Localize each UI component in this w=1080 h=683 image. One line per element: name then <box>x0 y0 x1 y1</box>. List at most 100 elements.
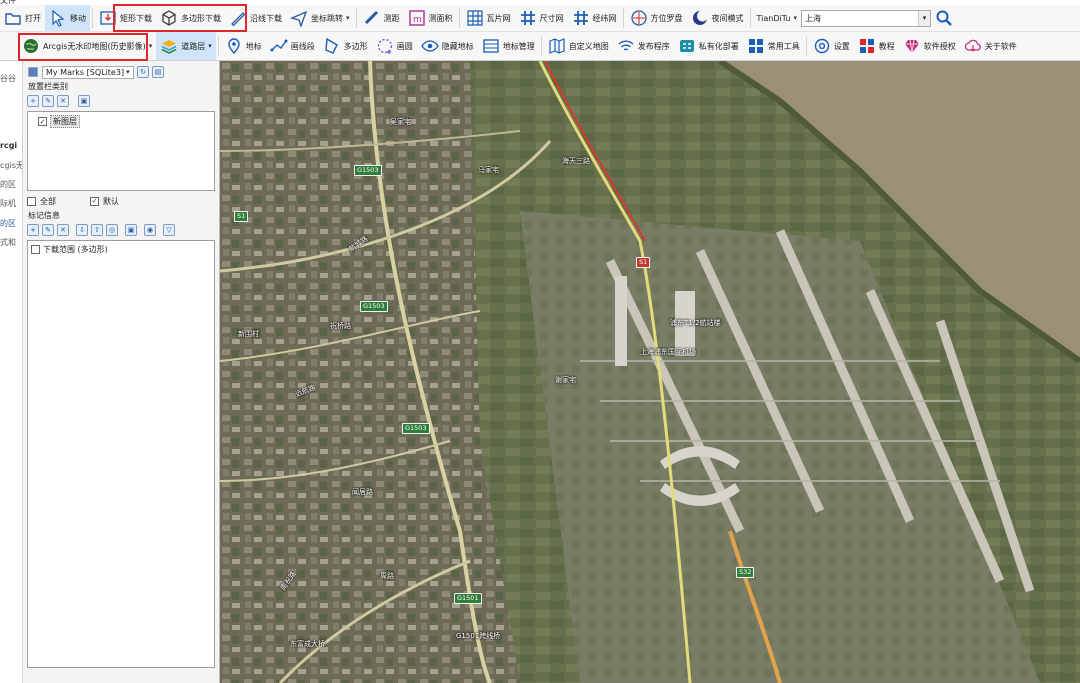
map-provider-dropdown[interactable]: TianDiTu ▾ <box>753 5 801 31</box>
tools-button[interactable]: 常用工具 <box>743 32 804 60</box>
hide-marks-label: 隐藏地标 <box>441 41 474 51</box>
polygon-download-button[interactable]: 多边形下载 <box>156 5 225 31</box>
chevron-down-icon[interactable]: ▾ <box>918 10 930 26</box>
refresh-icon[interactable]: ↻ <box>137 66 149 78</box>
road-layer-dropdown[interactable]: 道路层 ▾ <box>156 32 216 60</box>
cursor-arrow-icon <box>49 9 67 27</box>
hide-marks-button[interactable]: 隐藏地标 <box>417 32 478 60</box>
pencil-line-icon <box>229 9 247 27</box>
save-mark-icon[interactable]: ▣ <box>125 224 137 236</box>
rect-download-button[interactable]: 矩形下载 <box>95 5 156 31</box>
measure-area-label: 测面积 <box>428 13 453 23</box>
mark-manage-button[interactable]: 地标管理 <box>478 32 539 60</box>
size-grid-button[interactable]: 尺寸网 <box>515 5 568 31</box>
search-icon <box>935 9 953 27</box>
clipped-text: rcgi <box>0 141 18 150</box>
open-button[interactable]: 打开 <box>0 5 45 31</box>
delete-db-icon[interactable]: ▤ <box>152 66 164 78</box>
layer-checkbox[interactable]: ✓ <box>38 117 47 126</box>
delete-category-icon[interactable]: ✕ <box>57 95 69 107</box>
toolbar-separator <box>622 8 624 28</box>
layer-tree: ✓ 新图层 <box>27 111 215 191</box>
map-road-label: 祝桥路 <box>330 322 351 330</box>
size-grid-label: 尺寸网 <box>539 13 564 23</box>
default-checkbox[interactable]: ✓ <box>90 196 99 206</box>
draw-line-button[interactable]: 画线段 <box>266 32 319 60</box>
db-selector-dropdown[interactable]: My Marks [SQLite3] ▾ <box>42 65 134 79</box>
map-view[interactable]: 吴家宅 马家宅 海天三路 航城路 祝桥路 谢家宅 浦东T1/2航站楼 上海浦东国… <box>220 61 1080 683</box>
move-label: 移动 <box>70 13 86 23</box>
about-label: 关于软件 <box>984 41 1017 51</box>
map-place-label: 周路 <box>380 572 394 580</box>
search-button[interactable] <box>931 5 957 31</box>
toolbar-separator <box>805 36 807 56</box>
export-mark-icon[interactable]: ⇧ <box>91 224 103 236</box>
license-label: 软件授权 <box>923 41 956 51</box>
open-label: 打开 <box>25 13 41 23</box>
satellite-imagery <box>220 61 1080 683</box>
placemark-button[interactable]: 地标 <box>221 32 266 60</box>
add-category-icon[interactable]: + <box>27 95 39 107</box>
map-place-label: G1501跨线桥 <box>456 632 501 640</box>
map-provider-label: TianDiTu <box>756 13 791 23</box>
measure-distance-button[interactable]: 测距 <box>359 5 404 31</box>
tutorial-button[interactable]: 教程 <box>854 32 899 60</box>
view-mark-icon[interactable]: ◉ <box>144 224 156 236</box>
road-shield: G1503 <box>354 165 382 176</box>
main-toolbar: 打开 移动 矩形下载 多边形下载 沿线下载 坐标跳转 ▾ 测距 m 测面积 瓦片… <box>0 5 1080 32</box>
add-mark-icon[interactable]: + <box>27 224 39 236</box>
layer-tree-item[interactable]: ✓ 新图层 <box>28 114 214 129</box>
locate-mark-icon[interactable]: ◎ <box>106 224 118 236</box>
map-poi-label: 上海浦东国际机场 <box>640 348 696 356</box>
measure-distance-label: 测距 <box>383 13 400 23</box>
night-mode-button[interactable]: 夜间模式 <box>687 5 748 31</box>
import-mark-icon[interactable]: ⇩ <box>76 224 88 236</box>
publish-label: 发布程序 <box>637 41 670 51</box>
move-button[interactable]: 移动 <box>45 5 90 31</box>
custom-map-button[interactable]: 自定义地图 <box>544 32 613 60</box>
draw-circle-button[interactable]: 画圆 <box>372 32 417 60</box>
tile-grid-button[interactable]: 瓦片网 <box>462 5 515 31</box>
coord-jump-button[interactable]: 坐标跳转 ▾ <box>286 5 354 31</box>
mark-list-item[interactable]: 下载范围 (多边形) <box>28 243 214 256</box>
chevron-down-icon: ▾ <box>208 42 212 50</box>
latlng-grid-icon <box>572 9 590 27</box>
area-measure-icon: m <box>408 9 426 27</box>
measure-area-button[interactable]: m 测面积 <box>404 5 457 31</box>
delete-mark-icon[interactable]: ✕ <box>57 224 69 236</box>
place-search-combo[interactable]: 上海 ▾ <box>801 9 931 27</box>
chevron-down-icon: ▾ <box>126 68 130 76</box>
settings-button[interactable]: 设置 <box>809 32 854 60</box>
about-button[interactable]: 关于软件 <box>960 32 1021 60</box>
road-shield: S1 <box>636 257 651 268</box>
send-arrow-icon <box>290 9 308 27</box>
filter-icon[interactable]: ▽ <box>163 224 175 236</box>
left-clipped-panel: 谷谷 uyy rcgi cgis无 的区 际机 的区 式和 <box>0 61 23 683</box>
polygon-icon <box>323 37 341 55</box>
publish-button[interactable]: 发布程序 <box>613 32 674 60</box>
polygon-button[interactable]: 多边形 <box>319 32 372 60</box>
road-shield: G1503 <box>402 423 430 434</box>
latlng-grid-label: 经纬网 <box>592 13 617 23</box>
license-button[interactable]: 软件授权 <box>899 32 960 60</box>
apps-grid-icon <box>747 37 765 55</box>
chevron-down-icon: ▾ <box>148 42 153 50</box>
place-search-value: 上海 <box>805 13 821 23</box>
cloud-download-icon <box>964 37 982 55</box>
compass-button[interactable]: 方位罗盘 <box>626 5 687 31</box>
tile-grid-label: 瓦片网 <box>486 13 511 23</box>
all-checkbox[interactable] <box>27 196 36 206</box>
chevron-down-icon: ▾ <box>793 14 797 22</box>
line-download-label: 沿线下载 <box>250 13 282 23</box>
save-category-icon[interactable]: ▣ <box>78 95 90 107</box>
private-deploy-button[interactable]: 私有化部署 <box>674 32 743 60</box>
map-source-dropdown[interactable]: Arcgis无水印地图(历史影像) ▾ <box>0 32 156 60</box>
line-download-button[interactable]: 沿线下载 <box>225 5 286 31</box>
edit-category-icon[interactable]: ✎ <box>42 95 54 107</box>
edit-mark-icon[interactable]: ✎ <box>42 224 54 236</box>
default-label: 默认 <box>103 196 119 206</box>
mark-checkbox[interactable] <box>31 245 40 254</box>
category-section-title: 放置栏类别 <box>28 82 68 91</box>
latlng-grid-button[interactable]: 经纬网 <box>568 5 621 31</box>
secondary-toolbar: Arcgis无水印地图(历史影像) ▾ 道路层 ▾ 地标 画线段 多边形 画圆 … <box>0 32 1080 61</box>
